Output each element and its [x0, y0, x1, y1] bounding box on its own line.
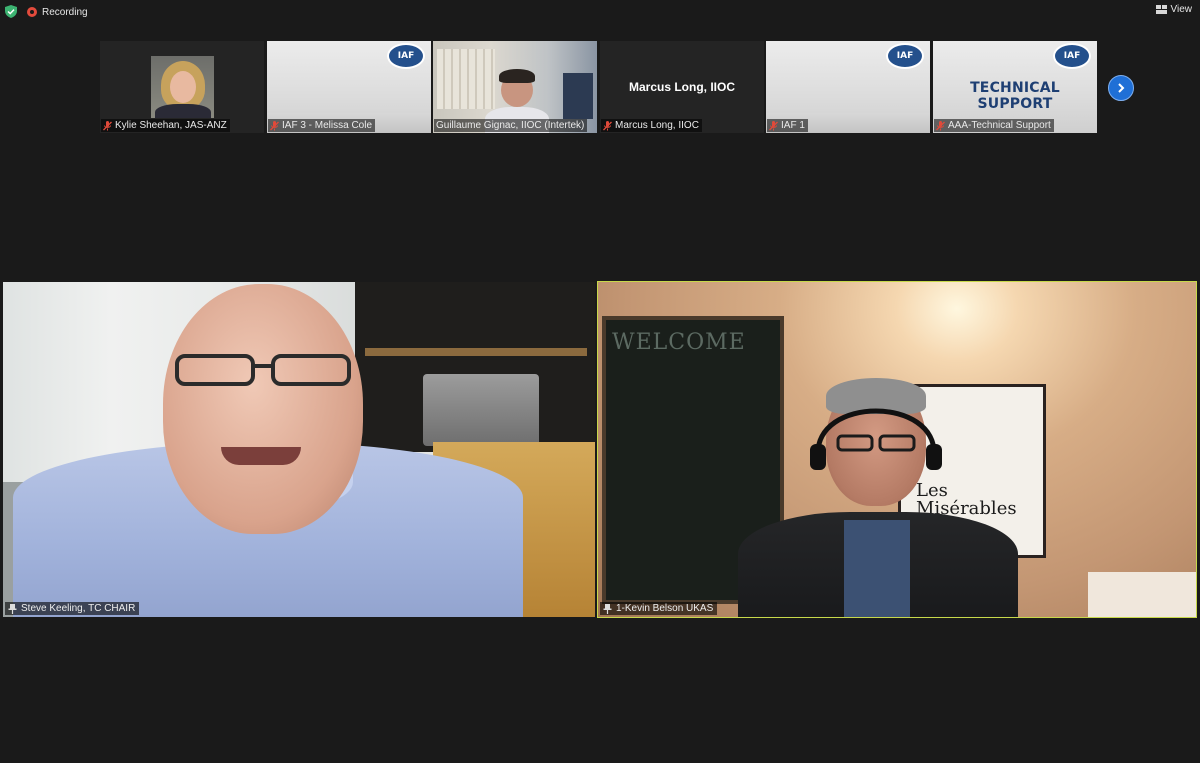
headset-shape [810, 408, 942, 470]
security-shield-icon[interactable] [5, 5, 17, 18]
next-page-button[interactable] [1108, 75, 1134, 101]
participant-name-tag: Marcus Long, IIOC [601, 119, 702, 132]
participant-video [151, 56, 214, 118]
participant-name-card: Marcus Long, IIOC [628, 80, 735, 94]
participant-thumbnail[interactable]: IAF TECHNICAL SUPPORT AAA-Technical Supp… [933, 41, 1097, 133]
iaf-logo: IAF [387, 43, 425, 69]
participant-name-tag: AAA-Technical Support [934, 119, 1054, 132]
recording-label: Recording [42, 6, 88, 18]
mic-muted-icon [936, 120, 945, 130]
recording-indicator[interactable]: Recording [27, 5, 88, 19]
participant-thumbnail[interactable]: Marcus Long, IIOC Marcus Long, IIOC [600, 41, 764, 133]
participant-name-tag: 1-Kevin Belson UKAS [600, 602, 718, 615]
view-button[interactable]: View [1155, 4, 1193, 15]
iaf-logo: IAF [886, 43, 924, 69]
grid-view-icon [1155, 5, 1167, 14]
participant-thumbnail[interactable]: Guillaume Gignac, IIOC (Intertek) [433, 41, 597, 133]
main-video-tile[interactable]: Steve Keeling, TC CHAIR [3, 282, 595, 617]
pin-icon [8, 603, 17, 614]
pin-icon [603, 603, 612, 614]
participant-thumbnail[interactable]: IAF IAF 3 - Melissa Cole [267, 41, 431, 133]
mic-muted-icon [769, 120, 778, 130]
mic-muted-icon [270, 120, 279, 130]
glasses-shape [175, 354, 351, 386]
participant-name-tag: Guillaume Gignac, IIOC (Intertek) [434, 119, 588, 132]
recording-icon [27, 7, 37, 17]
participant-name-tag: Steve Keeling, TC CHAIR [5, 602, 140, 615]
technical-support-card: TECHNICAL SUPPORT [970, 80, 1060, 112]
participant-video [163, 284, 363, 534]
chevron-right-icon [1118, 83, 1125, 93]
active-speaker-video-tile[interactable]: WELCOME Les Misérables 1-Kevin Belson UK… [597, 281, 1197, 618]
participant-name-tag: IAF 3 - Melissa Cole [268, 119, 376, 132]
meeting-topbar: Recording View [0, 0, 1200, 24]
participant-name-tag: IAF 1 [767, 119, 808, 132]
participant-thumbnail[interactable]: Kylie Sheehan, JAS-ANZ [100, 41, 264, 133]
participant-name-tag: Kylie Sheehan, JAS-ANZ [101, 119, 230, 132]
mic-muted-icon [103, 120, 112, 130]
mic-muted-icon [603, 120, 612, 130]
iaf-logo: IAF [1053, 43, 1091, 69]
participant-thumbnail-strip: Kylie Sheehan, JAS-ANZ IAF IAF 3 - Melis… [100, 41, 1100, 133]
participant-thumbnail[interactable]: IAF IAF 1 [766, 41, 930, 133]
view-label: View [1170, 4, 1193, 15]
